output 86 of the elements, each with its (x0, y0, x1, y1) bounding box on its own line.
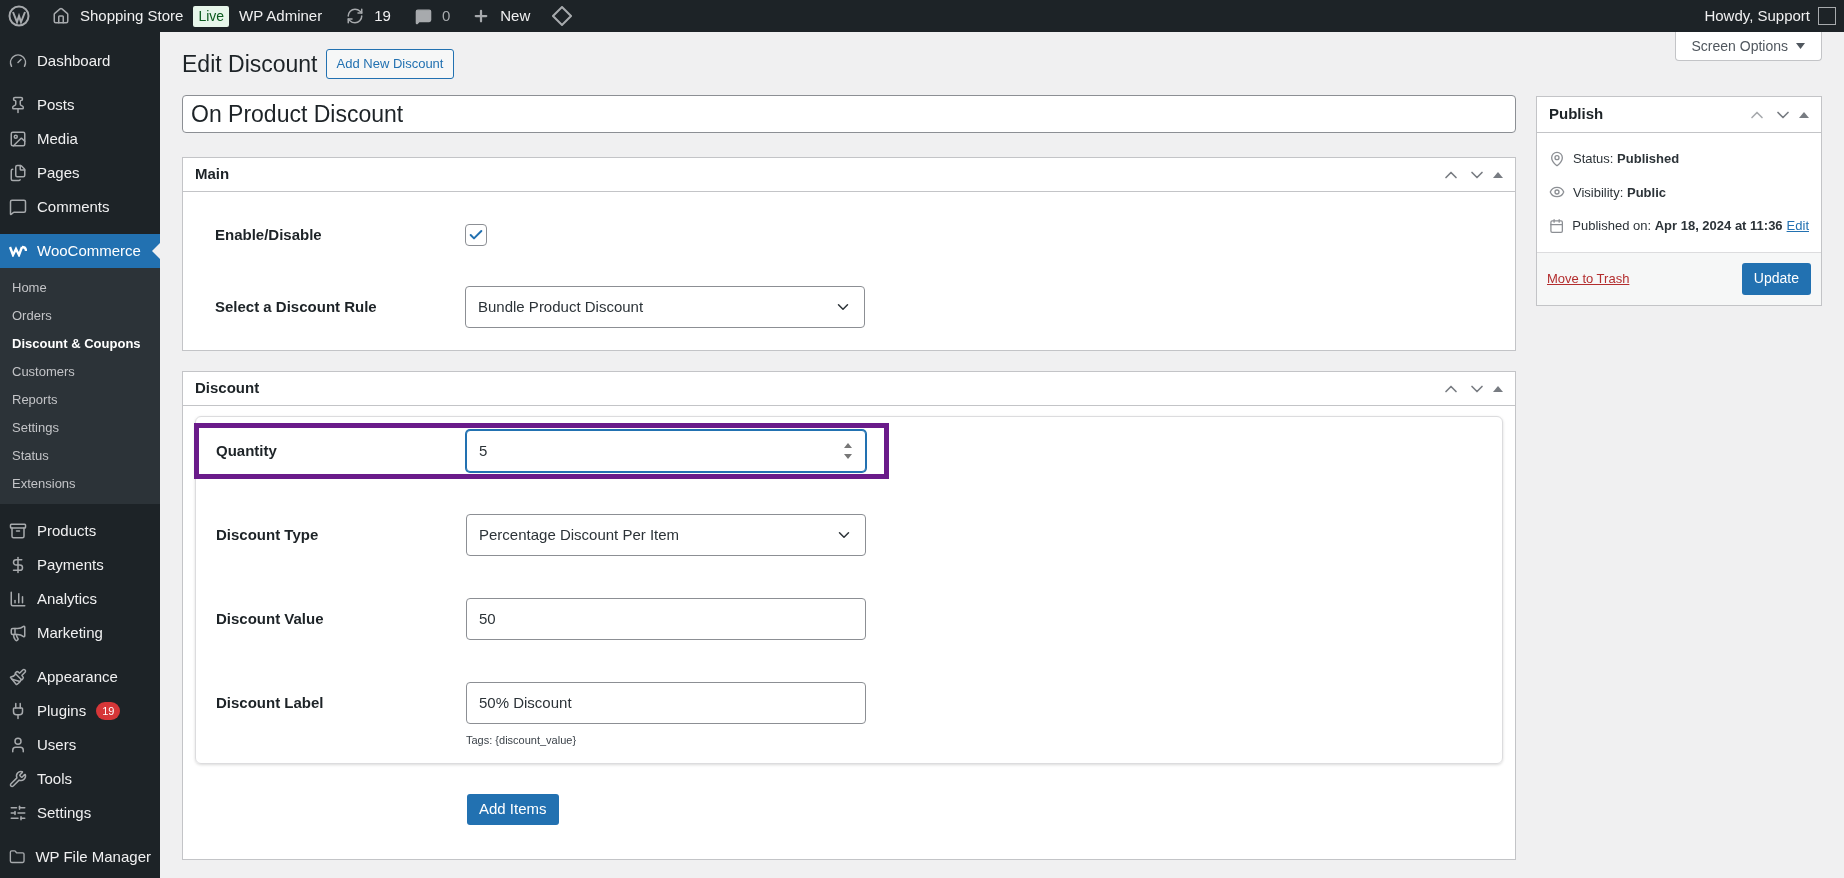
text-field[interactable]: 50 (466, 598, 866, 640)
new-link[interactable]: New (500, 4, 531, 28)
menu-icon (9, 736, 27, 754)
update-button[interactable]: Update (1741, 262, 1811, 295)
menu-icon (9, 198, 27, 216)
visibility-text: Visibility: Public (1573, 183, 1666, 202)
menu-icon (9, 668, 27, 686)
calendar-icon (1549, 217, 1565, 234)
count-badge: 19 (96, 702, 121, 720)
field-label: Select a Discount Rule (215, 296, 378, 317)
current-menu-arrow (152, 243, 160, 259)
menu-icon (9, 52, 27, 70)
adminer-link[interactable]: WP Adminer (239, 4, 323, 28)
sidebar-item[interactable]: Users (0, 728, 160, 762)
add-items-button[interactable]: Add Items (467, 794, 559, 825)
menu-icon (9, 522, 27, 540)
panel-title: Discount (195, 378, 260, 399)
menu-icon (9, 848, 26, 866)
field-label: Discount Value (216, 608, 325, 629)
updates-count[interactable]: 19 (374, 4, 391, 28)
live-badge: Live (193, 5, 230, 27)
pin-icon (1549, 150, 1565, 167)
field-hint: Tags: {discount_value} (466, 733, 578, 748)
collapse-icon[interactable] (1799, 110, 1809, 119)
sidebar-item[interactable]: Posts (0, 88, 160, 122)
collapse-icon[interactable] (1493, 170, 1503, 179)
menu-icon (9, 624, 27, 642)
diamond-icon[interactable] (552, 6, 573, 26)
field-label: Enable/Disable (215, 224, 323, 245)
select-field[interactable]: Percentage Discount Per Item (466, 514, 866, 556)
caret-icon (1796, 43, 1805, 49)
field-label: Discount Label (216, 692, 325, 713)
comments-icon[interactable] (414, 7, 432, 25)
home-icon[interactable] (52, 7, 70, 25)
wordpress-logo-icon[interactable] (8, 5, 30, 27)
submenu-item[interactable]: Home (0, 274, 160, 302)
collapse-icon[interactable] (1493, 384, 1503, 393)
title-field[interactable]: On Product Discount (182, 95, 1516, 133)
sidebar-item[interactable]: Settings (0, 796, 160, 830)
trash-link[interactable]: Move to Trash (1547, 268, 1630, 289)
menu-icon (9, 164, 27, 182)
sidebar-item[interactable]: Pages (0, 156, 160, 190)
menu-icon (9, 130, 27, 148)
panel-title: Publish (1549, 104, 1604, 125)
menu-icon (9, 590, 27, 608)
sidebar-item[interactable]: Plugins 19 (0, 694, 160, 728)
site-name-link[interactable]: Shopping Store (80, 4, 184, 28)
greeting[interactable]: Howdy, Support (1704, 4, 1810, 28)
panel-title: Main (195, 164, 230, 185)
sidebar-item[interactable]: Dashboard (0, 44, 160, 78)
submenu-item[interactable]: Orders (0, 302, 160, 330)
submenu-item[interactable]: Extensions (0, 470, 160, 498)
sidebar-item[interactable]: Comments (0, 190, 160, 224)
edit-link[interactable]: Edit (1786, 216, 1809, 236)
sidebar-item[interactable]: Products (0, 514, 160, 548)
menu-icon (9, 804, 27, 822)
avatar-icon[interactable] (1818, 7, 1836, 25)
submenu-item[interactable]: Settings (0, 414, 160, 442)
published-text: Published on: Apr 18, 2024 at 11:36 (1572, 217, 1783, 235)
sidebar-item[interactable]: WooCommerce (0, 234, 160, 268)
sidebar-item[interactable]: Tools (0, 762, 160, 796)
submenu-item[interactable]: Discount & Coupons (0, 330, 160, 358)
number-field[interactable]: 5 (466, 430, 866, 472)
woo-logo-icon (9, 245, 27, 257)
text-field[interactable]: 50% Discount (466, 682, 866, 724)
updates-icon[interactable] (346, 7, 365, 25)
sidebar-item[interactable]: Appearance (0, 660, 160, 694)
comments-count[interactable]: 0 (441, 4, 451, 28)
add-new-button[interactable]: Add New Discount (325, 49, 455, 79)
screen-options-button[interactable]: Screen Options (1674, 32, 1822, 61)
submenu-item[interactable]: Customers (0, 358, 160, 386)
sidebar-item[interactable]: Marketing (0, 616, 160, 650)
submenu-item[interactable]: Status (0, 442, 160, 470)
field-label: Discount Type (216, 524, 320, 545)
checkbox[interactable] (465, 224, 487, 246)
menu-icon (9, 96, 27, 114)
field-label: Quantity (216, 440, 278, 461)
menu-icon (9, 770, 27, 788)
sidebar-item[interactable]: Analytics (0, 582, 160, 616)
sidebar-item[interactable]: WP File Manager (0, 840, 160, 874)
sidebar-item[interactable]: Payments (0, 548, 160, 582)
page-title: Edit Discount (182, 49, 318, 79)
submenu-item[interactable]: Reports (0, 386, 160, 414)
sidebar-item[interactable]: Media (0, 122, 160, 156)
status-text: Status: Published (1573, 150, 1680, 168)
select-field[interactable]: Bundle Product Discount (465, 286, 865, 328)
